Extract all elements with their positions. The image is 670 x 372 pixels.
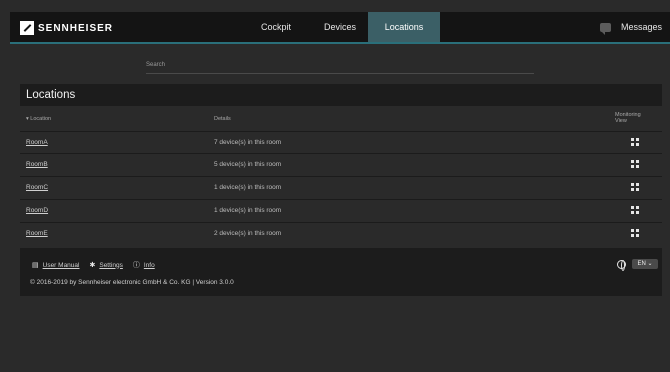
sennheiser-logo[interactable]: SENNHEISER [20, 21, 113, 35]
monitoring-view-icon[interactable] [631, 183, 639, 191]
location-link[interactable]: RoomE [26, 230, 48, 237]
settings-link[interactable]: Settings [99, 262, 123, 269]
manual-icon: ▤ [32, 262, 39, 269]
nav-locations[interactable]: Locations [368, 12, 440, 42]
location-details: 1 device(s) in this room [214, 207, 282, 214]
brand-name: SENNHEISER [38, 22, 114, 34]
table-row: RoomE 2 device(s) in this room [20, 222, 662, 242]
monitoring-view-icon[interactable] [631, 138, 639, 146]
location-link[interactable]: RoomC [26, 184, 48, 191]
language-dropdown[interactable]: EN ⌄ [632, 259, 658, 269]
location-details: 1 device(s) in this room [214, 184, 282, 191]
table-row: RoomC 1 device(s) in this room [20, 176, 662, 196]
column-header-monitoring-view: Monitoring View [615, 112, 641, 124]
copyright-text: © 2016-2019 by Sennheiser electronic Gmb… [30, 279, 234, 286]
globe-icon [617, 259, 626, 271]
table-row: RoomB 5 device(s) in this room [20, 153, 662, 173]
nav-cockpit[interactable]: Cockpit [254, 12, 298, 42]
user-manual-link[interactable]: User Manual [43, 262, 80, 269]
locations-table-header: ▾ Location Details Monitoring View [20, 108, 662, 128]
monitoring-view-icon[interactable] [631, 229, 639, 237]
top-navigation-bar: SENNHEISER Cockpit Devices Locations Mes… [10, 12, 670, 44]
location-details: 2 device(s) in this room [214, 230, 282, 237]
sennheiser-logo-icon [20, 21, 34, 35]
gear-icon: ✱ [89, 262, 96, 269]
location-details: 5 device(s) in this room [214, 161, 282, 168]
location-link[interactable]: RoomD [26, 207, 48, 214]
messages-button[interactable]: Messages [600, 12, 662, 42]
location-link[interactable]: RoomB [26, 161, 48, 168]
monitoring-view-icon[interactable] [631, 160, 639, 168]
nav-devices[interactable]: Devices [316, 12, 364, 42]
column-header-location[interactable]: ▾ Location [26, 116, 51, 122]
message-icon [600, 22, 611, 35]
search-input[interactable]: Search [146, 62, 534, 74]
footer-links: ▤ User Manual ✱ Settings ⓘ Info [32, 260, 165, 270]
location-details: 7 device(s) in this room [214, 139, 282, 146]
table-row: RoomA 7 device(s) in this room [20, 131, 662, 151]
info-link[interactable]: Info [144, 262, 155, 269]
page-title: Locations [20, 84, 662, 106]
language-selector[interactable]: EN ⌄ [617, 259, 658, 271]
messages-label: Messages [621, 22, 663, 32]
table-row: RoomD 1 device(s) in this room [20, 199, 662, 219]
column-header-details: Details [214, 116, 231, 122]
footer: ▤ User Manual ✱ Settings ⓘ Info © 2016-2… [20, 248, 662, 296]
monitoring-view-icon[interactable] [631, 206, 639, 214]
info-icon: ⓘ [132, 262, 140, 269]
location-link[interactable]: RoomA [26, 139, 48, 146]
